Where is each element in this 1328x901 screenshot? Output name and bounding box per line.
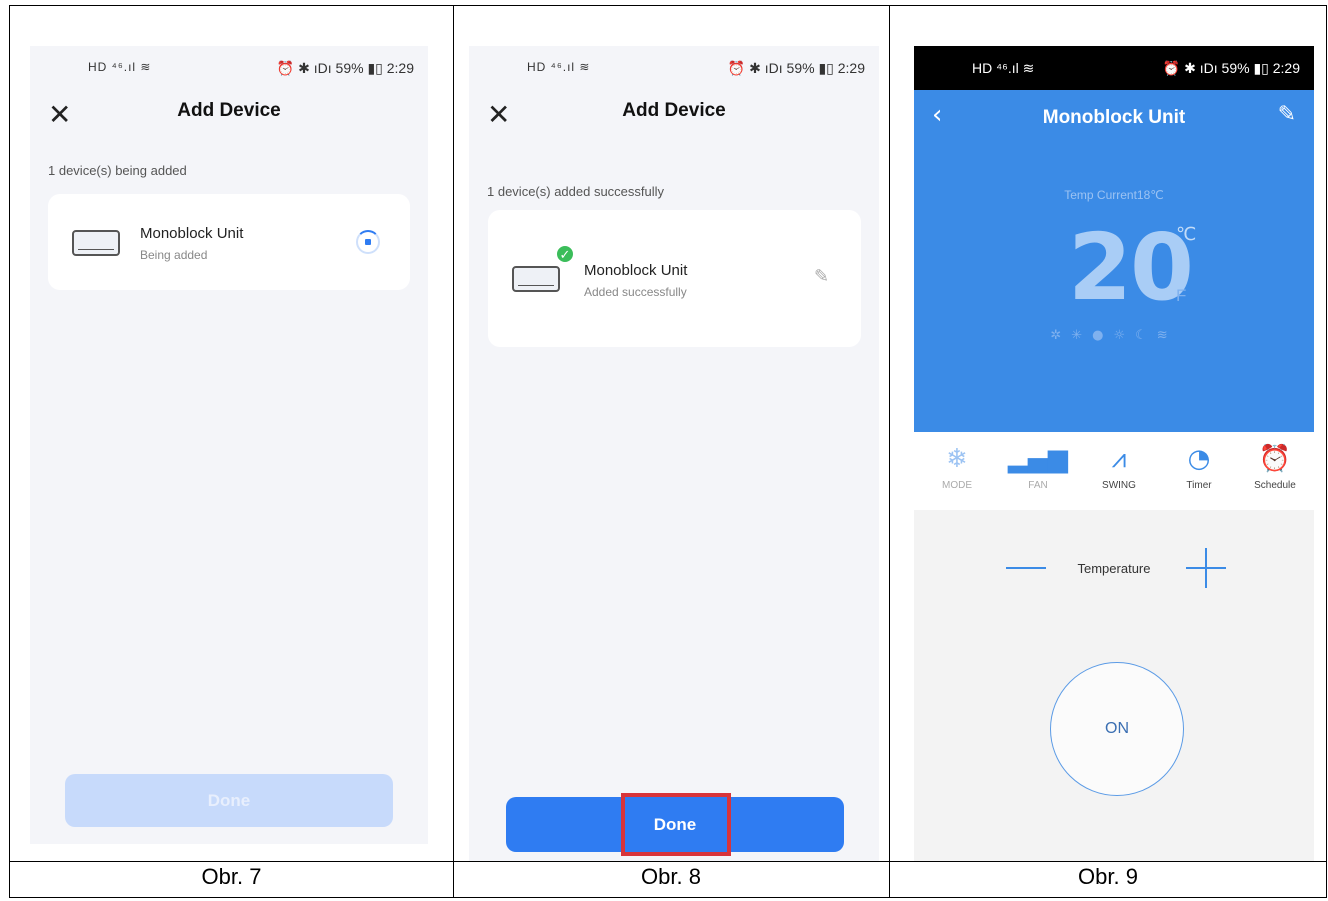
done-button[interactable]: Done [65, 774, 393, 827]
increase-temperature-button-vertical[interactable] [1205, 548, 1207, 588]
tab-fan-label: FAN [1028, 480, 1048, 491]
set-temperature: 20 [1068, 214, 1194, 321]
adding-status-text: 1 device(s) being added [48, 163, 187, 178]
air-conditioner-icon [512, 266, 560, 292]
column-divider [453, 6, 454, 897]
tab-schedule-label: Schedule [1254, 480, 1296, 491]
current-temperature: Temp Current18℃ [1064, 188, 1164, 202]
page-title: Add Device [177, 100, 281, 121]
edit-pencil-icon[interactable]: ✎ [1278, 102, 1296, 127]
header: ✕ Add Device [30, 96, 428, 136]
loading-spinner-icon [356, 230, 380, 254]
caption-obr-9: Obr. 9 [1078, 863, 1138, 889]
caption-obr-8: Obr. 8 [641, 863, 701, 889]
status-right: ⏰ ✱ ıDı 59% ▮▯ 2:29 [276, 60, 414, 76]
tab-swing-label: SWING [1102, 480, 1136, 491]
signal-icons: HD ⁴⁶.ıl ≋ [88, 60, 152, 74]
swing-icon: ⩘ [1111, 444, 1127, 474]
snowflake-icon: ❄ [946, 444, 968, 474]
air-conditioner-icon [72, 230, 120, 256]
control-area: Temperature ON [914, 510, 1314, 861]
device-title: Monoblock Unit [1042, 107, 1186, 128]
alarm-clock-icon: ⏰ [1258, 444, 1292, 474]
tab-mode[interactable]: ❄ MODE [922, 442, 992, 491]
control-tabs: ❄ MODE ▂▄▆ FAN ⩘ SWING ◔ Timer ⏰ Schedul… [914, 432, 1314, 510]
device-card[interactable]: Monoblock Unit Being added [48, 194, 410, 290]
device-status: Being added [140, 248, 208, 262]
tab-timer-label: Timer [1186, 480, 1212, 491]
tab-schedule[interactable]: ⏰ Schedule [1240, 442, 1310, 491]
fan-bars-icon: ▂▄▆ [1008, 444, 1068, 474]
done-button-highlight [621, 793, 731, 856]
mode-indicator-icons: ✲✳●☼☾≋ [1050, 328, 1178, 343]
device-name: Monoblock Unit [584, 262, 688, 279]
clock-icon: ◔ [1187, 444, 1211, 474]
column-divider [889, 6, 890, 897]
page-title: Add Device [622, 100, 726, 121]
status-bar: HD ⁴⁶.ıl ≋ ⏰ ✱ ıDı 59% ▮▯ 2:29 [30, 46, 428, 90]
power-button[interactable]: ON [1050, 662, 1184, 796]
status-bar: HD ⁴⁶.ıl ≋ ⏰ ✱ ıDı 59% ▮▯ 2:29 [469, 46, 879, 90]
success-check-icon: ✓ [555, 244, 575, 264]
device-name: Monoblock Unit [140, 225, 244, 242]
unit-fahrenheit[interactable]: F [1176, 286, 1186, 306]
screen-adding-device: HD ⁴⁶.ıl ≋ ⏰ ✱ ıDı 59% ▮▯ 2:29 ✕ Add Dev… [30, 46, 428, 844]
screen-device-added: HD ⁴⁶.ıl ≋ ⏰ ✱ ıDı 59% ▮▯ 2:29 ✕ Add Dev… [469, 46, 879, 861]
screen-device-control: HD ⁴⁶.ıl ≋ ⏰ ✱ ıDı 59% ▮▯ 2:29 ‹ Monoblo… [914, 46, 1314, 861]
tab-swing[interactable]: ⩘ SWING [1084, 442, 1154, 491]
signal-icons: HD ⁴⁶.ıl ≋ [972, 60, 1035, 76]
status-bar: HD ⁴⁶.ıl ≋ ⏰ ✱ ıDı 59% ▮▯ 2:29 [914, 46, 1314, 90]
tab-fan[interactable]: ▂▄▆ FAN [1003, 442, 1073, 491]
tab-mode-label: MODE [942, 480, 972, 491]
device-card[interactable]: ✓ Monoblock Unit Added successfully ✎ [488, 210, 861, 347]
status-right: ⏰ ✱ ıDı 59% ▮▯ 2:29 [1162, 60, 1300, 76]
added-status-text: 1 device(s) added successfully [487, 184, 665, 199]
unit-celsius[interactable]: ℃ [1176, 224, 1196, 245]
tab-timer[interactable]: ◔ Timer [1164, 442, 1234, 491]
signal-icons: HD ⁴⁶.ıl ≋ [527, 60, 591, 74]
caption-obr-7: Obr. 7 [201, 863, 262, 889]
device-status: Added successfully [584, 285, 687, 299]
status-right: ⏰ ✱ ıDı 59% ▮▯ 2:29 [727, 60, 865, 76]
temperature-label: Temperature [1077, 561, 1151, 576]
header: ✕ Add Device [469, 96, 879, 136]
edit-pencil-icon[interactable]: ✎ [814, 266, 829, 287]
